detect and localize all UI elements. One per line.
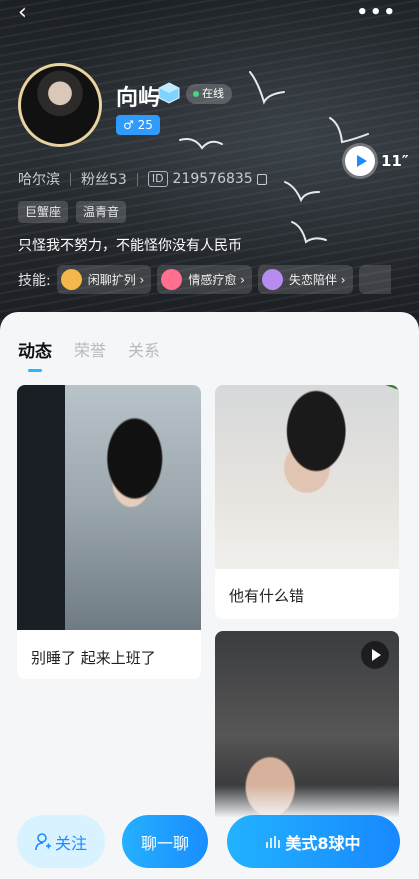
divider [136, 172, 138, 186]
chat-button[interactable]: 聊一聊 [122, 815, 208, 868]
skill-label: 失恋陪伴 › [288, 273, 346, 287]
user-id: 219576835 [172, 171, 253, 187]
bio-text: 只怪我不努力，不能怪你没有人民币 [18, 238, 242, 254]
play-icon[interactable] [345, 146, 375, 176]
crown-emoji-icon [261, 269, 283, 290]
profile-header: ‹ ••• 向屿 在线 ♂ 25 11″ 哈尔滨 粉丝53 ID 2195768… [0, 0, 419, 330]
chat-emoji-icon [60, 269, 82, 290]
copy-icon[interactable] [256, 173, 267, 185]
room-status-label: 美式8球中 [285, 833, 361, 853]
city-label: 哈尔滨 [18, 172, 60, 188]
skill-chat[interactable]: 闲聊扩列 › [56, 265, 152, 294]
video-play-icon [361, 641, 389, 669]
profile-meta: 哈尔滨 粉丝53 ID 219576835 [18, 169, 267, 189]
tab-honors[interactable]: 荣誉 [74, 337, 106, 362]
skill-healing[interactable]: 情感疗愈 › [157, 265, 252, 294]
skill-label: 情感疗愈 › [188, 273, 245, 287]
join-room-button[interactable]: 美式8球中 [227, 815, 400, 868]
chat-label: 聊一聊 [140, 833, 189, 853]
cube-icon [158, 82, 180, 104]
fans-count[interactable]: 粉丝53 [81, 169, 127, 189]
follow-button[interactable]: 关注 [17, 815, 105, 868]
sound-wave-icon [266, 835, 281, 848]
tab-moments[interactable]: 动态 [18, 337, 52, 372]
skill-more[interactable] [358, 265, 391, 294]
post-caption: 别睡了 起来上班了 [31, 649, 156, 667]
gender-age-badge: ♂ 25 [116, 115, 160, 135]
heart-icon [161, 269, 183, 290]
voice-intro[interactable]: 11″ [345, 146, 409, 176]
skills-label: 技能: [18, 272, 51, 289]
follow-label: 关注 [54, 833, 87, 853]
post-card[interactable]: 别睡了 起来上班了 [17, 385, 201, 679]
post-image [17, 385, 201, 630]
tag-zodiac: 巨蟹座 [18, 201, 69, 223]
tag-voice: 温青音 [76, 201, 127, 223]
post-card[interactable]: 他有什么错 [215, 385, 399, 619]
add-person-icon [35, 832, 51, 850]
avatar[interactable] [18, 63, 102, 147]
skill-companion[interactable]: 失恋陪伴 › [257, 265, 353, 294]
online-status-badge: 在线 [186, 84, 232, 104]
skill-label: 闲聊扩列 › [87, 273, 145, 287]
tab-relations[interactable]: 关系 [128, 337, 160, 362]
username: 向屿 [116, 86, 161, 111]
post-caption: 他有什么错 [229, 587, 305, 605]
id-label: ID [147, 171, 168, 187]
skills-row: 技能: 闲聊扩列 › 情感疗愈 › 失恋陪伴 › [18, 265, 391, 294]
tab-bar: 动态 荣誉 关系 [18, 337, 160, 372]
tag-list: 巨蟹座 温青音 [18, 201, 127, 223]
divider [70, 172, 71, 186]
voice-duration: 11″ [381, 152, 409, 170]
post-image [215, 385, 399, 569]
